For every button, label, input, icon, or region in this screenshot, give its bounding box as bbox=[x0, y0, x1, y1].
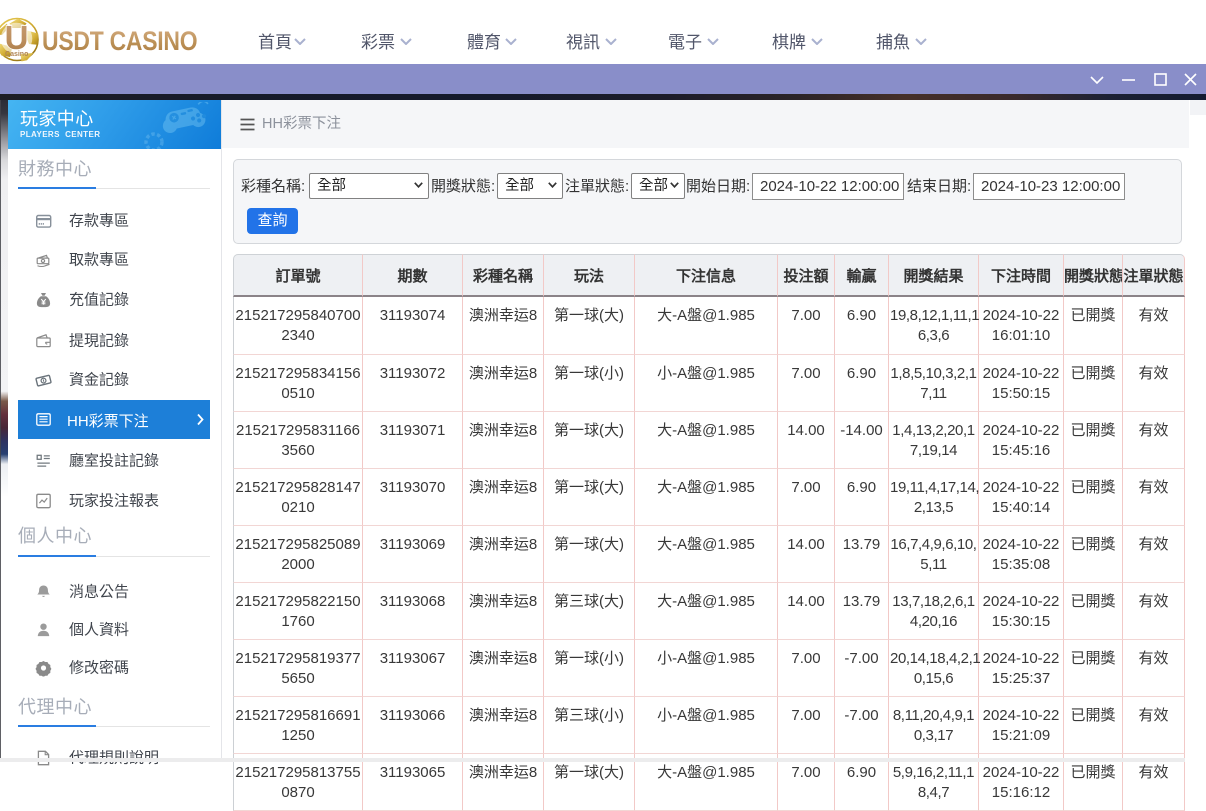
svg-text:Casino: Casino bbox=[5, 51, 28, 58]
